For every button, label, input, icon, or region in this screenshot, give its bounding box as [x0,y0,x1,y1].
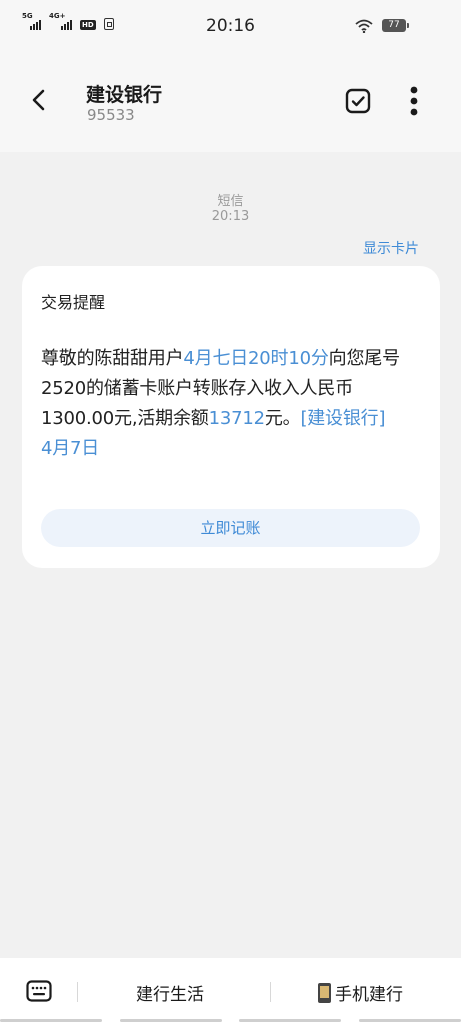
check-square-icon[interactable] [345,88,371,114]
date-link[interactable]: 4月七日20时10分 [183,348,328,369]
message-date-link[interactable]: 4月7日 [41,434,421,464]
more-options-icon[interactable] [404,86,424,116]
message-timestamp: 20:13 [211,209,250,224]
contact-number: 95533 [87,106,135,124]
wifi-icon [355,19,373,33]
menu-mobile-ccb[interactable]: 手机建行 [318,980,403,1005]
message-text: 尊敬的陈甜甜用户 [41,348,184,369]
card-title: 交易提醒 [41,293,106,312]
message-text: 元。 [264,408,301,429]
menu-ccb-life[interactable]: 建行生活 [136,980,204,1005]
contact-name: 建设银行 [86,84,163,106]
status-bar: 5G 4G+ HD 20:16 77 [0,0,461,52]
menu-divider [77,982,78,1002]
menu-divider [270,982,271,1002]
keyboard-icon[interactable] [26,980,52,1002]
record-now-button[interactable]: 立即记账 [41,509,420,547]
amount-link[interactable]: 13712 [209,408,265,429]
sender-link[interactable]: [建设银行] [300,408,385,429]
show-card-link[interactable]: 显示卡片 [363,238,419,258]
message-body: 尊敬的陈甜甜用户4月七日20时10分向您尾号2520的储蓄卡账户转账存入收入人民… [41,344,421,464]
bottom-menu-bar: 建行生活 手机建行 [0,958,461,1024]
menu-mobile-ccb-label: 手机建行 [335,985,403,1005]
message-card: 交易提醒 尊敬的陈甜甜用户4月七日20时10分向您尾号2520的储蓄卡账户转账存… [22,266,440,568]
message-channel-label: 短信 [217,194,244,209]
back-arrow-icon[interactable] [28,88,52,112]
mobile-phone-icon [318,982,331,1003]
bottom-tab-indicators [0,1019,461,1022]
conversation-header: 建设银行 95533 [0,52,461,152]
battery-icon: 77 [382,19,409,32]
